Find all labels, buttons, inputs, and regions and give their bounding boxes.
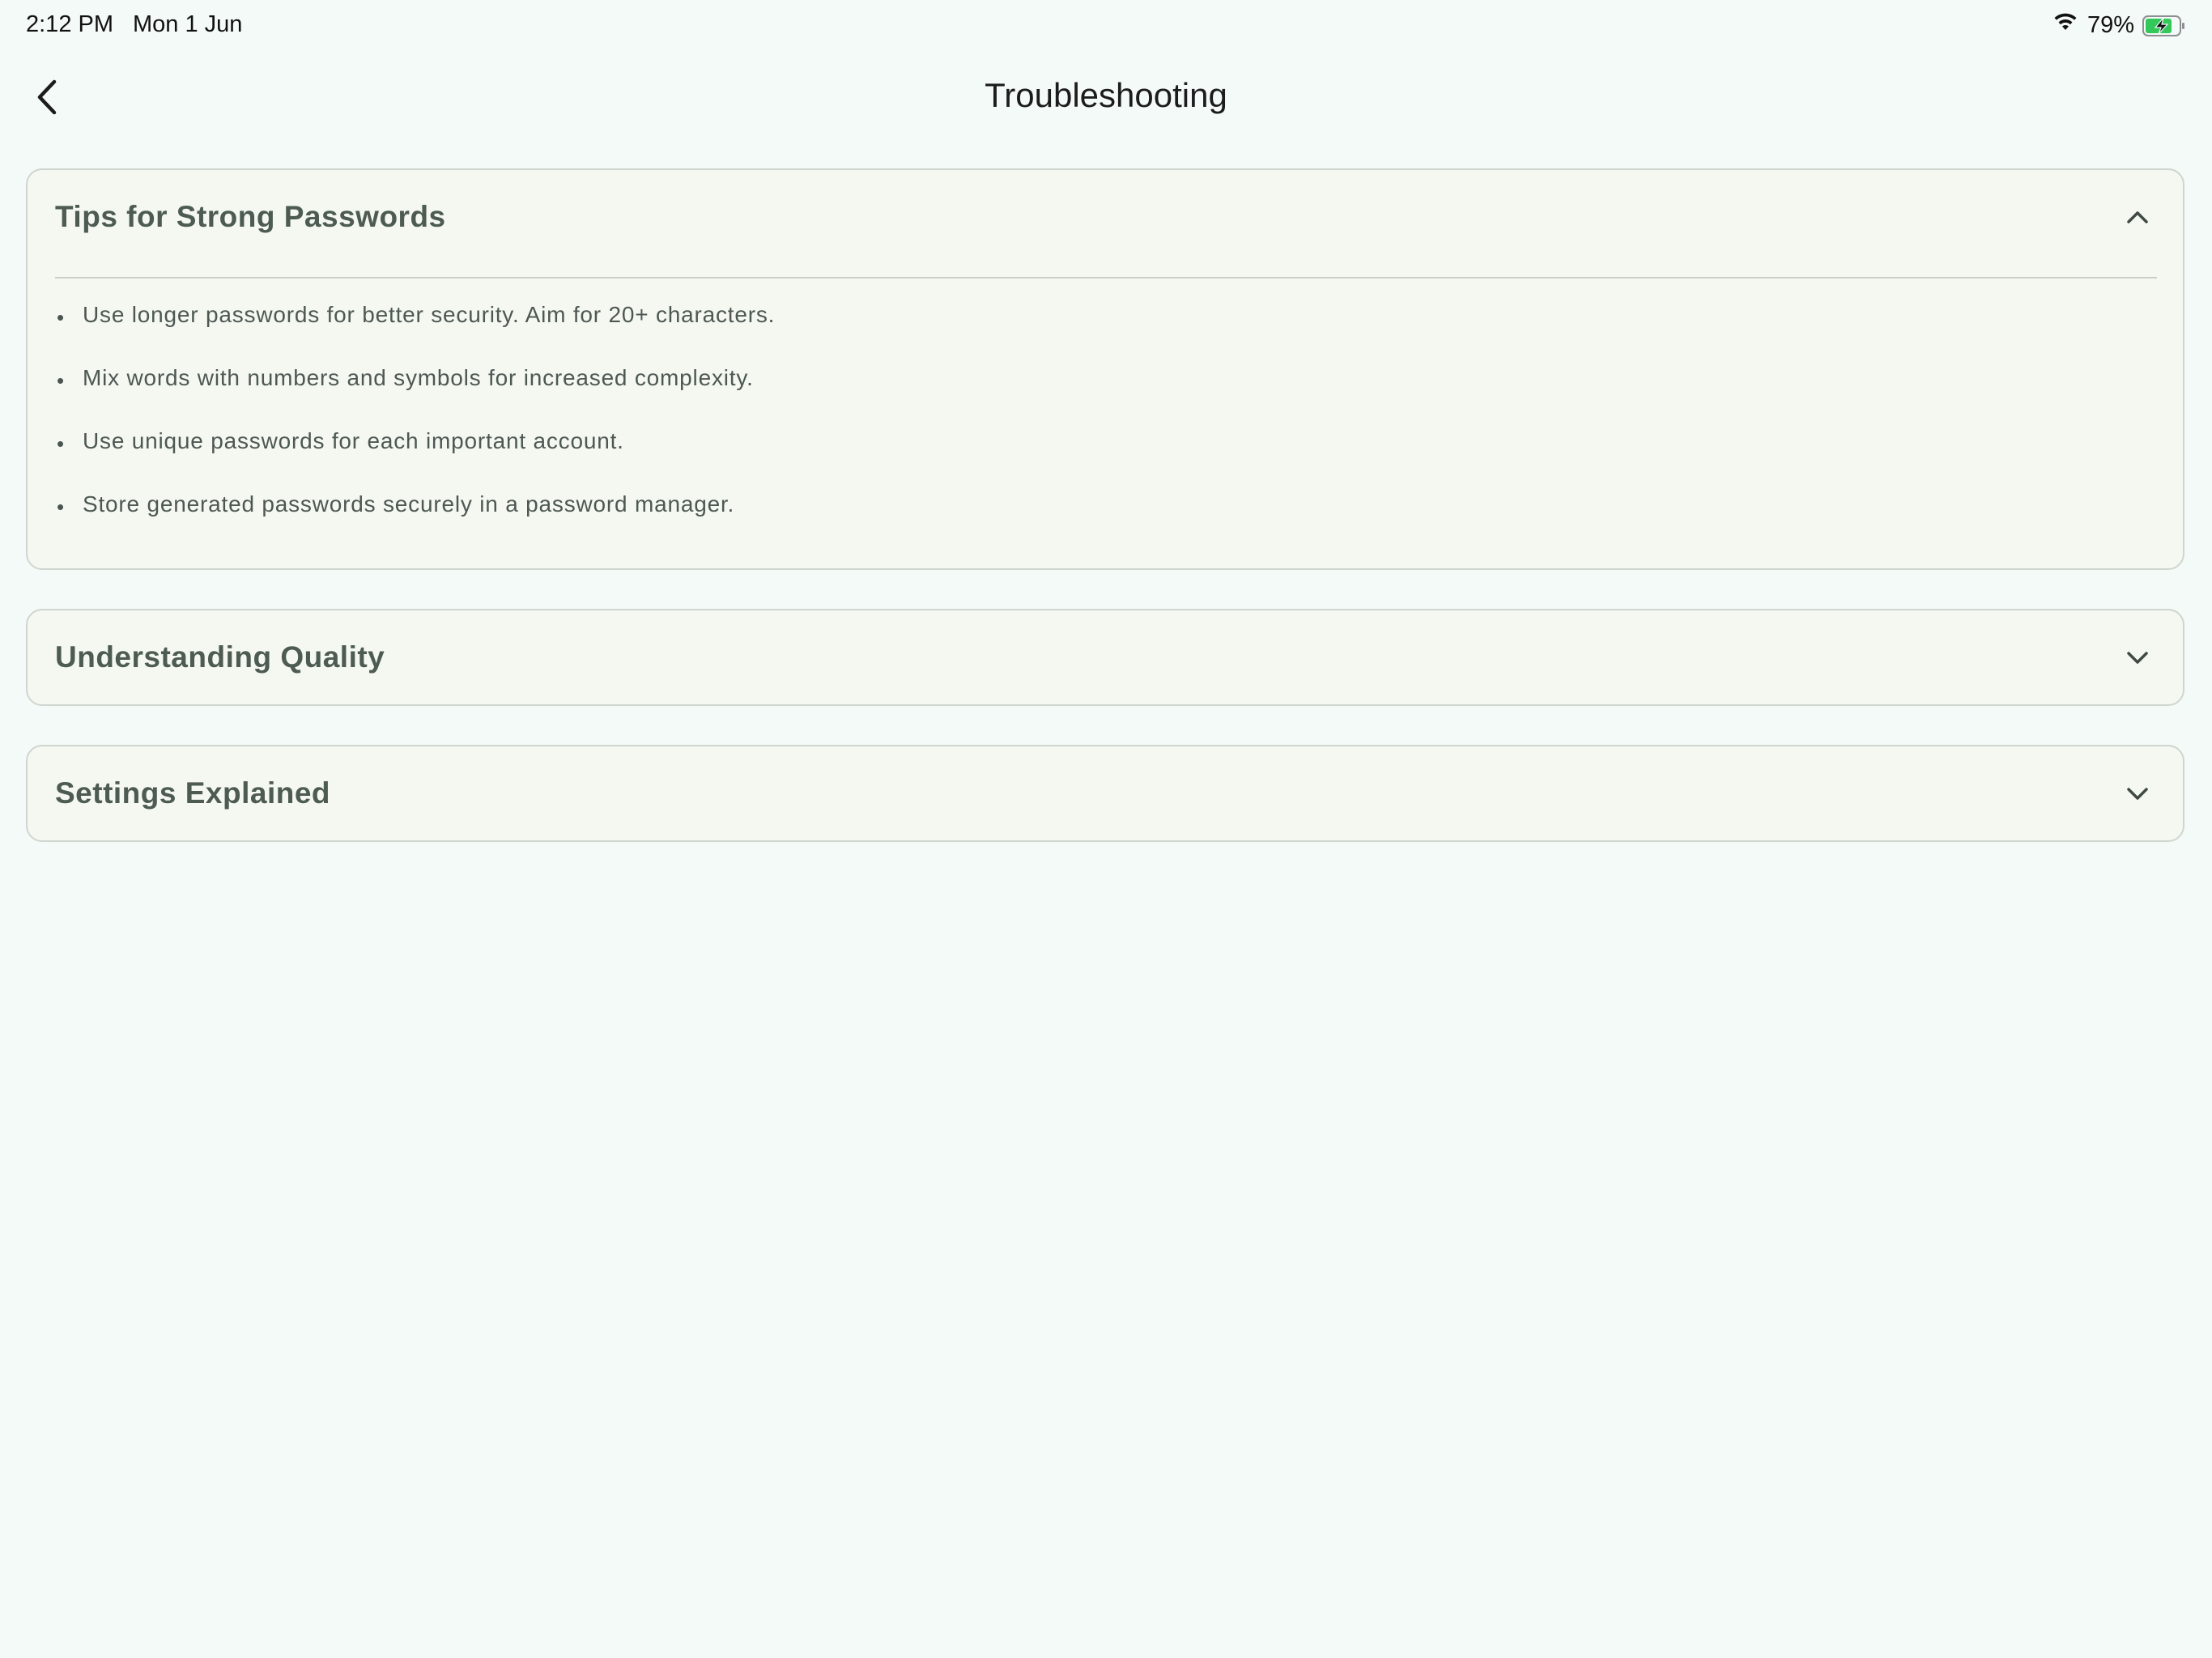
section-title: Tips for Strong Passwords (55, 200, 446, 233)
chevron-down-icon (2127, 652, 2148, 664)
navigation-bar: Troubleshooting (0, 52, 2212, 142)
bullet: • (57, 432, 65, 456)
accordion-header-settings-explained[interactable]: Settings Explained (28, 746, 2183, 840)
status-time: 2:12 PM (26, 11, 113, 37)
bullet: • (57, 305, 65, 329)
battery-percent: 79% (2087, 11, 2134, 38)
list-item: • Use longer passwords for better securi… (55, 301, 2183, 364)
bullet: • (57, 368, 65, 393)
list-item: • Use unique passwords for each importan… (55, 427, 2183, 491)
accordion-settings-explained: Settings Explained (26, 745, 2184, 842)
tips-list: • Use longer passwords for better securi… (28, 278, 2183, 578)
accordion-tips-for-strong-passwords: Tips for Strong Passwords • Use longer p… (26, 168, 2184, 570)
status-right: 79% (2052, 11, 2184, 39)
chevron-down-icon (2127, 788, 2148, 800)
section-title: Understanding Quality (55, 640, 385, 674)
tip-text: Mix words with numbers and symbols for i… (83, 365, 754, 390)
battery-charging-icon (2142, 15, 2184, 36)
tip-text: Store generated passwords securely in a … (83, 491, 735, 517)
chevron-up-icon (2127, 211, 2148, 223)
status-date: Mon 1 Jun (133, 11, 243, 37)
accordion-understanding-quality: Understanding Quality (26, 609, 2184, 706)
list-item: • Store generated passwords securely in … (55, 491, 2183, 554)
tip-text: Use unique passwords for each important … (83, 428, 624, 453)
wifi-icon (2052, 11, 2079, 39)
tip-text: Use longer passwords for better security… (83, 302, 776, 327)
accordion-header-understanding-quality[interactable]: Understanding Quality (28, 610, 2183, 704)
status-left: 2:12 PM Mon 1 Jun (26, 11, 242, 38)
page-title: Troubleshooting (985, 76, 1227, 114)
accordion-header-tips[interactable]: Tips for Strong Passwords (28, 170, 2183, 264)
bullet: • (57, 495, 65, 519)
status-bar: 2:12 PM Mon 1 Jun 79% (0, 0, 2212, 52)
list-item: • Mix words with numbers and symbols for… (55, 364, 2183, 427)
section-title: Settings Explained (55, 776, 331, 810)
